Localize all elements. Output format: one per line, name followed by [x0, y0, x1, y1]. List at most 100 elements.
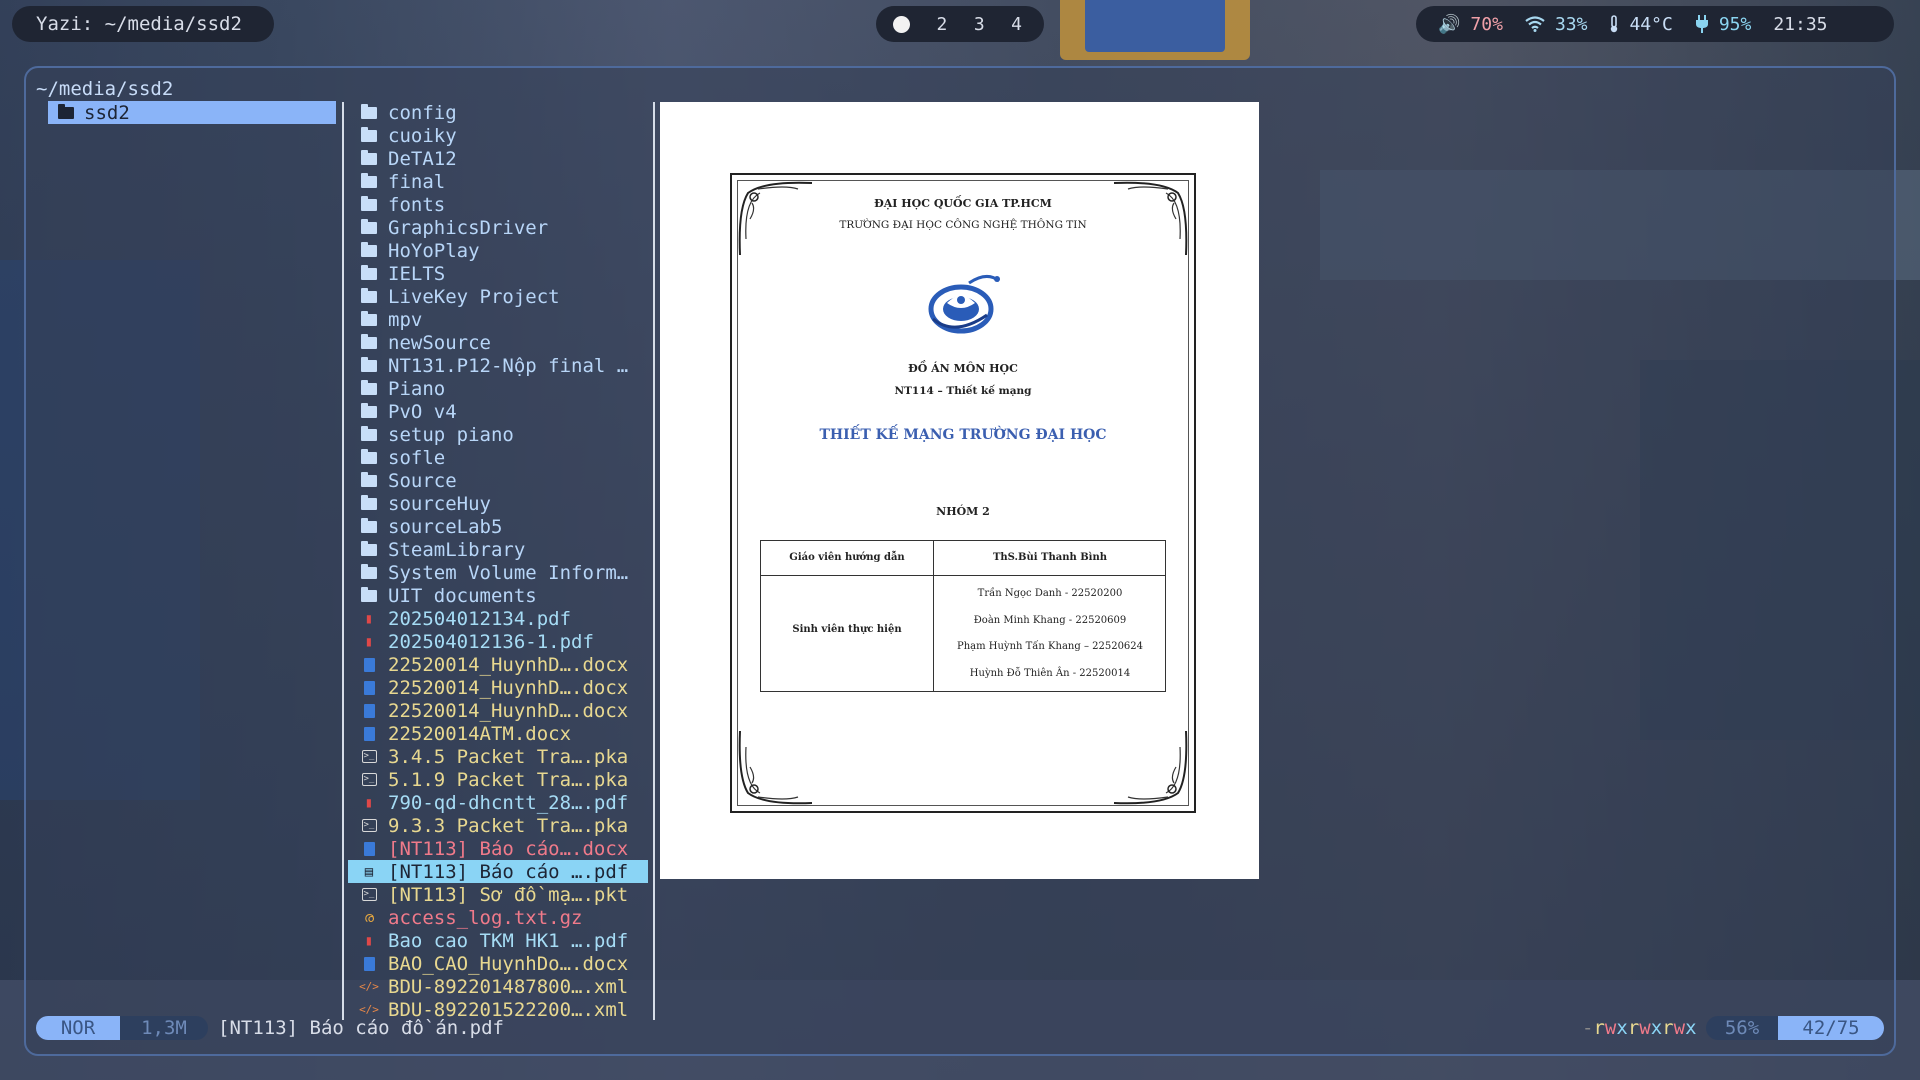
clock[interactable]: 21:35: [1773, 14, 1827, 35]
file-name: Source: [388, 469, 457, 492]
thermometer-icon: [1611, 15, 1618, 33]
speaker-icon: 🔊: [1438, 13, 1461, 35]
file-name: LiveKey Project: [388, 285, 560, 308]
workspace-3[interactable]: 3: [974, 14, 985, 35]
workspace-2[interactable]: 2: [936, 14, 947, 35]
file-row[interactable]: </> BDU-892201487800….xml: [348, 975, 648, 998]
doc-member-table: Giáo viên hướng dẫn ThS.Bùi Thanh Bình S…: [760, 540, 1166, 692]
file-row[interactable]: mpv: [348, 308, 648, 331]
battery-indicator[interactable]: 95%: [1695, 14, 1751, 35]
file-row[interactable]: sourceLab5: [348, 515, 648, 538]
folder-icon: [360, 241, 378, 257]
file-row[interactable]: SteamLibrary: [348, 538, 648, 561]
file-name: mpv: [388, 308, 423, 331]
file-name: 22520014_HuynhD….docx: [388, 699, 629, 722]
student-name: Đoàn Minh Khang - 22520609: [973, 614, 1127, 626]
file-name: fonts: [388, 193, 446, 216]
file-row-selected[interactable]: ▤ [NT113] Báo cáo ….pdf: [348, 860, 648, 883]
file-row[interactable]: 22520014_HuynhD….docx: [348, 699, 648, 722]
file-row[interactable]: fonts: [348, 193, 648, 216]
file-row[interactable]: GraphicsDriver: [348, 216, 648, 239]
parent-pane-item[interactable]: ssd2: [48, 101, 336, 124]
archive-icon: ര: [363, 909, 375, 926]
file-row[interactable]: >_ 3.4.5 Packet Tra….pka: [348, 745, 648, 768]
file-row[interactable]: ▮ Bao cao TKM HK1 ….pdf: [348, 929, 648, 952]
advisor-label: Giáo viên hướng dẫn: [789, 552, 905, 563]
word-document-icon: [360, 657, 378, 672]
wifi-value: 33%: [1554, 13, 1588, 35]
folder-icon: [360, 402, 378, 418]
folder-icon: [360, 563, 378, 579]
file-row[interactable]: ▮ 202504012136-1.pdf: [348, 630, 648, 653]
file-preview: ĐẠI HỌC QUỐC GIA TP.HCM TRƯỜNG ĐẠI HỌC C…: [660, 102, 1259, 879]
file-row[interactable]: DeTA12: [348, 147, 648, 170]
file-name: access_log.txt.gz: [388, 906, 583, 929]
file-row[interactable]: 22520014_HuynhD….docx: [348, 676, 648, 699]
folder-icon: [360, 448, 378, 464]
file-name: final: [388, 170, 446, 193]
doc-group: NHÓM 2: [936, 505, 990, 518]
word-document-icon: [360, 726, 378, 741]
folder-icon: [360, 471, 378, 487]
file-row[interactable]: sofle: [348, 446, 648, 469]
file-row[interactable]: UIT documents: [348, 584, 648, 607]
file-name: 790-qd-dhcntt_28….pdf: [388, 791, 629, 814]
file-row[interactable]: 22520014ATM.docx: [348, 722, 648, 745]
file-row[interactable]: 22520014_HuynhD….docx: [348, 653, 648, 676]
pdf-file-icon: ▮: [364, 610, 374, 627]
file-row[interactable]: PvO v4: [348, 400, 648, 423]
file-name: IELTS: [388, 262, 446, 285]
doc-course: NT114 – Thiết kế mạng: [894, 385, 1032, 397]
folder-icon: [360, 264, 378, 280]
students-list: Trần Ngọc Danh - 22520200 Đoàn Minh Khan…: [933, 581, 1167, 687]
file-row[interactable]: HoYoPlay: [348, 239, 648, 262]
pdf-file-icon: ▮: [364, 633, 374, 650]
folder-icon: [360, 310, 378, 326]
scroll-percent: 56%: [1706, 1016, 1778, 1040]
file-row[interactable]: ര access_log.txt.gz: [348, 906, 648, 929]
folder-icon: [360, 540, 378, 556]
file-name: Bao cao TKM HK1 ….pdf: [388, 929, 629, 952]
folder-icon: [360, 494, 378, 510]
file-name: System Volume Inform…: [388, 561, 629, 584]
file-row[interactable]: IELTS: [348, 262, 648, 285]
file-row[interactable]: final: [348, 170, 648, 193]
file-row[interactable]: [NT113] Báo cáo….docx: [348, 837, 648, 860]
file-row[interactable]: BAO_CAO_HuynhDo….docx: [348, 952, 648, 975]
file-row[interactable]: NT131.P12-Nộp final …: [348, 354, 648, 377]
file-name: sofle: [388, 446, 446, 469]
parent-item-label: ssd2: [84, 101, 130, 124]
file-row[interactable]: >_ [NT113] Sơ đồ mạ….pkt: [348, 883, 648, 906]
file-row[interactable]: System Volume Inform…: [348, 561, 648, 584]
file-row[interactable]: >_ 5.1.9 Packet Tra….pka: [348, 768, 648, 791]
volume-indicator[interactable]: 🔊 70%: [1438, 14, 1503, 35]
folder-icon: [360, 287, 378, 303]
folder-icon: [360, 356, 378, 372]
file-row[interactable]: sourceHuy: [348, 492, 648, 515]
file-row[interactable]: LiveKey Project: [348, 285, 648, 308]
file-name: 202504012136-1.pdf: [388, 630, 594, 653]
pdf-file-icon: ▤: [364, 863, 374, 880]
doc-school: TRƯỜNG ĐẠI HỌC CÔNG NGHỆ THÔNG TIN: [839, 219, 1087, 231]
file-row[interactable]: cuoiky: [348, 124, 648, 147]
file-row[interactable]: Source: [348, 469, 648, 492]
workspace-4[interactable]: 4: [1011, 14, 1022, 35]
workspace-active-indicator[interactable]: [893, 15, 910, 33]
file-name: 22520014_HuynhD….docx: [388, 676, 629, 699]
file-row[interactable]: config: [348, 101, 648, 124]
students-label: Sinh viên thực hiện: [792, 624, 902, 635]
file-name: [NT113] Báo cáo ….pdf: [388, 860, 629, 883]
file-row[interactable]: ▮ 790-qd-dhcntt_28….pdf: [348, 791, 648, 814]
file-row[interactable]: ▮ 202504012134.pdf: [348, 607, 648, 630]
word-document-icon: [360, 703, 378, 718]
file-row[interactable]: >_ 9.3.3 Packet Tra….pka: [348, 814, 648, 837]
system-status: 🔊 70% 33% 44°C 95% 21:35: [1416, 6, 1894, 42]
corner-ornament-icon: [738, 730, 813, 805]
wifi-icon: [1525, 16, 1545, 32]
file-name: 9.3.3 Packet Tra….pka: [388, 814, 629, 837]
current-directory: ~/media/ssd2: [36, 78, 174, 100]
wifi-indicator[interactable]: 33%: [1525, 13, 1588, 35]
file-row[interactable]: setup piano: [348, 423, 648, 446]
file-row[interactable]: newSource: [348, 331, 648, 354]
file-row[interactable]: Piano: [348, 377, 648, 400]
